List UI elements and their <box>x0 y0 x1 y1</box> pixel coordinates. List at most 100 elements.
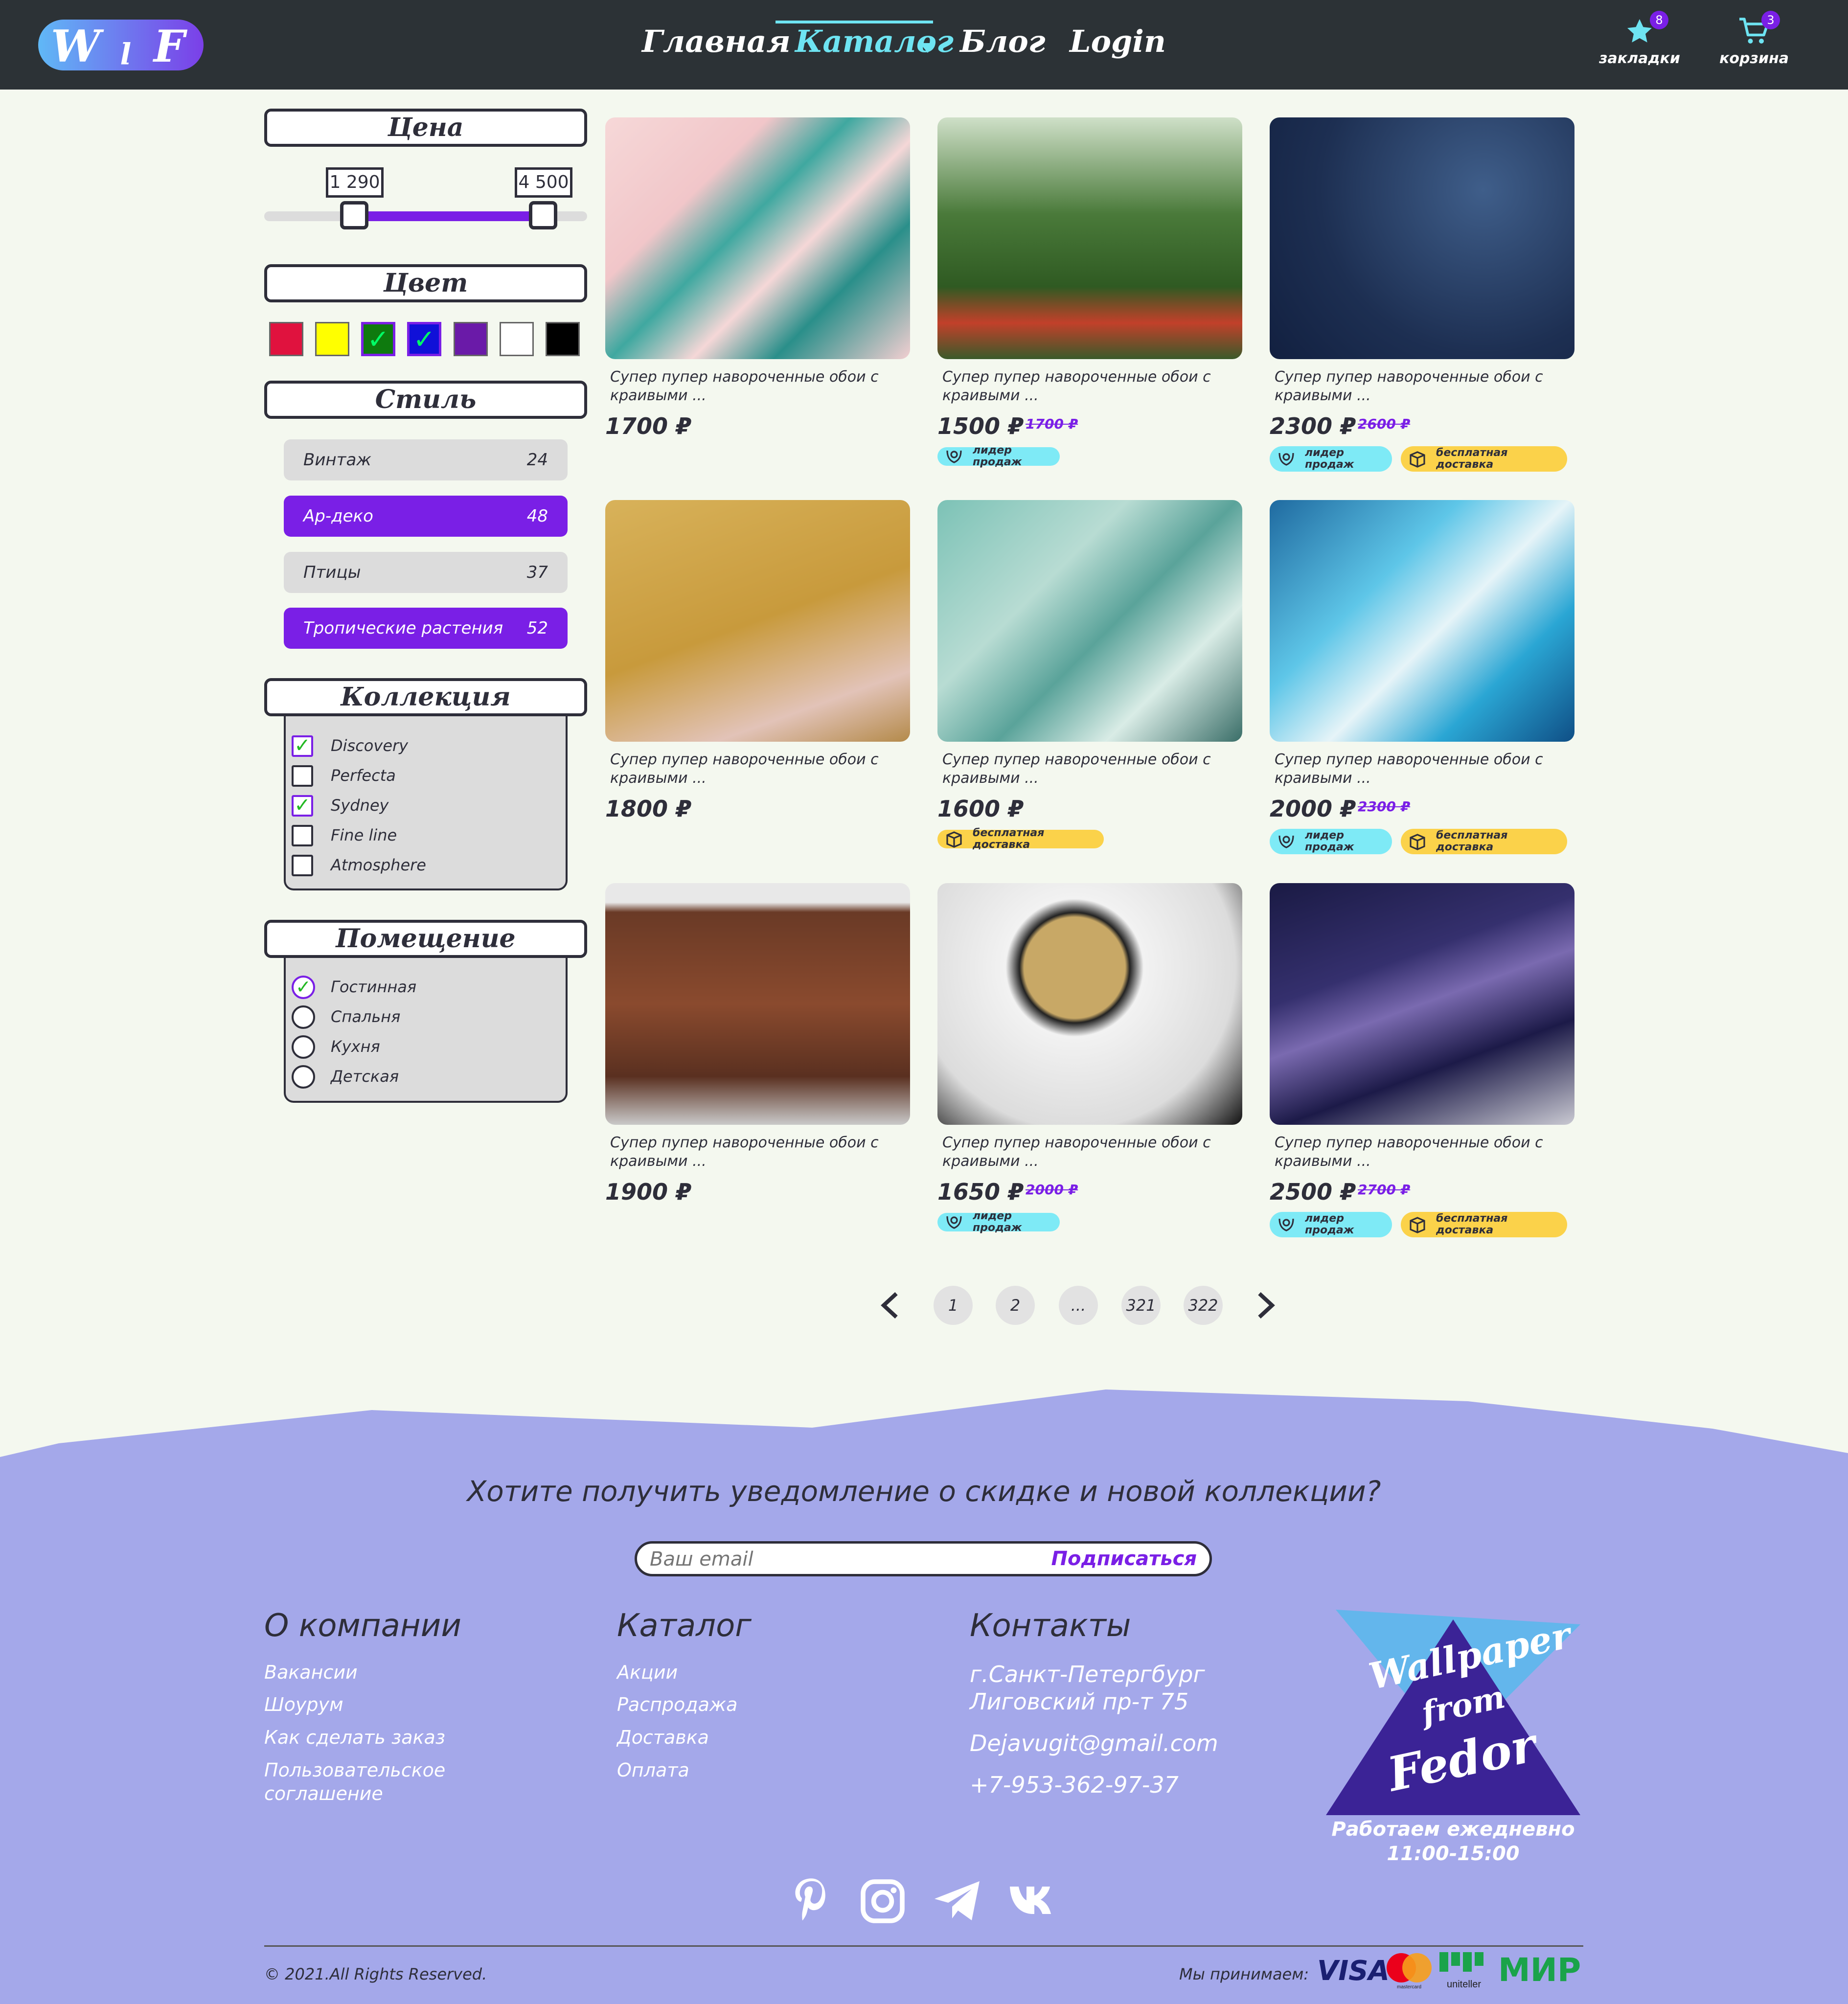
footer-link[interactable]: Вакансии <box>264 1661 358 1684</box>
cart-label: корзина <box>1719 50 1789 67</box>
color-swatch[interactable] <box>454 322 488 356</box>
style-option-label: Ар-деко <box>303 506 373 526</box>
nav-home[interactable]: Главная <box>642 23 791 59</box>
footer-link[interactable]: Оплата <box>617 1758 689 1782</box>
chevron-right-icon[interactable] <box>1255 1291 1277 1320</box>
product-description[interactable]: Супер пупер навороченные обои с краивыми… <box>605 368 910 405</box>
price-max-input[interactable]: 4 500 <box>515 167 572 198</box>
product-image[interactable] <box>605 500 910 742</box>
pinterest-icon[interactable] <box>791 1877 832 1924</box>
color-swatch[interactable]: ✓ <box>407 322 441 356</box>
subscribe-button[interactable]: Подписаться <box>1051 1548 1197 1570</box>
footer-link[interactable]: Шоурум <box>264 1693 343 1716</box>
product-description[interactable]: Супер пупер навороченные обои с краивыми… <box>1270 751 1574 788</box>
product-description[interactable]: Супер пупер навороченные обои с краивыми… <box>1270 1134 1574 1171</box>
tag-label: бесплатная доставка <box>1436 447 1508 471</box>
tag-label: лидер продаж <box>1305 1212 1354 1236</box>
working-hours: Работаем ежедневно 11:00-15:00 <box>1326 1817 1580 1866</box>
room-radio[interactable] <box>292 1005 315 1029</box>
color-swatch[interactable] <box>500 322 534 356</box>
product-image[interactable] <box>1270 500 1574 742</box>
laurel-icon <box>1277 450 1296 468</box>
logo[interactable]: W ꞁ F <box>38 20 204 72</box>
style-option[interactable]: Тропические растения 52 <box>284 608 568 649</box>
product-image[interactable] <box>605 117 910 359</box>
product-description[interactable]: Супер пупер навороченные обои с краивыми… <box>937 368 1242 405</box>
tag-label: лидер продаж <box>973 444 1022 468</box>
color-swatch[interactable] <box>315 322 349 356</box>
chevron-down-icon[interactable] <box>920 43 935 53</box>
style-option[interactable]: Птицы 37 <box>284 552 568 593</box>
collection-label: Fine line <box>331 826 397 844</box>
product-description[interactable]: Супер пупер навороченные обои с краивыми… <box>605 1134 910 1171</box>
laurel-icon <box>1277 833 1296 850</box>
page-number[interactable]: 2 <box>996 1286 1035 1325</box>
style-option[interactable]: Винтаж 24 <box>284 439 568 480</box>
style-option-count: 48 <box>526 506 548 526</box>
collection-checkbox[interactable]: ✓ <box>292 795 313 817</box>
product-image[interactable] <box>937 500 1242 742</box>
collection-checkbox[interactable]: ✓ <box>292 735 313 757</box>
free-delivery-tag: бесплатная доставка <box>1401 1212 1567 1237</box>
color-swatch[interactable] <box>546 322 580 356</box>
price-min-input[interactable]: 1 290 <box>326 167 384 198</box>
copyright: © 2021.All Rights Reserved. <box>264 1965 487 1983</box>
vk-icon[interactable] <box>1008 1885 1059 1916</box>
product-image[interactable] <box>605 883 910 1125</box>
telegram-icon[interactable] <box>933 1879 983 1923</box>
collection-checkbox[interactable] <box>292 765 313 787</box>
style-option[interactable]: Ар-деко 48 <box>284 496 568 537</box>
page-number[interactable]: 321 <box>1121 1286 1161 1325</box>
collection-checkbox[interactable] <box>292 825 313 846</box>
product-description[interactable]: Супер пупер навороченные обои с краивыми… <box>605 751 910 788</box>
nav-catalog[interactable]: Каталог <box>795 23 954 59</box>
bestseller-tag: лидер продаж <box>1270 829 1392 854</box>
price-min-handle[interactable] <box>340 201 368 229</box>
color-swatch[interactable]: ✓ <box>361 322 395 356</box>
room-radio[interactable] <box>292 1035 315 1059</box>
cart-button[interactable]: 3 корзина <box>1712 11 1796 67</box>
footer-link[interactable]: Распродажа <box>617 1693 737 1716</box>
collection-checkbox[interactable] <box>292 855 313 876</box>
footer-link[interactable]: Пользовательское соглашение <box>264 1758 499 1805</box>
mir-logo: МИР <box>1498 1951 1581 1989</box>
free-delivery-tag: бесплатная доставка <box>937 827 1104 851</box>
price-max-handle[interactable] <box>529 201 557 229</box>
nav-login[interactable]: Login <box>1070 23 1166 59</box>
style-option-count: 24 <box>526 450 548 470</box>
product-image[interactable] <box>1270 117 1574 359</box>
page-number[interactable]: ... <box>1059 1286 1098 1325</box>
email-input[interactable] <box>650 1548 1022 1571</box>
tag-label: бесплатная доставка <box>973 827 1045 851</box>
room-radio[interactable] <box>292 1065 315 1089</box>
subscribe-form: Подписаться <box>635 1541 1212 1576</box>
product-image[interactable] <box>937 883 1242 1125</box>
footer-link[interactable]: Доставка <box>617 1726 709 1749</box>
free-delivery-tag: бесплатная доставка <box>1401 829 1567 854</box>
product-description[interactable]: Супер пупер навороченные обои с краивыми… <box>937 751 1242 788</box>
page-number[interactable]: 322 <box>1184 1286 1223 1325</box>
check-icon: ✓ <box>294 794 311 817</box>
product-image[interactable] <box>937 117 1242 359</box>
product-description[interactable]: Супер пупер навороченные обои с краивыми… <box>1270 368 1574 405</box>
bookmarks-button[interactable]: 8 закладки <box>1598 11 1681 67</box>
tag-label: бесплатная доставка <box>1436 829 1508 853</box>
room-radio[interactable]: ✓ <box>292 976 315 999</box>
footer-link[interactable]: Акции <box>617 1661 678 1684</box>
footer-link[interactable]: Как сделать заказ <box>264 1726 445 1749</box>
check-icon: ✓ <box>294 734 311 757</box>
check-icon: ✓ <box>296 976 311 998</box>
bestseller-tag: лидер продаж <box>937 444 1060 468</box>
instagram-icon[interactable] <box>859 1878 906 1925</box>
color-swatch[interactable] <box>269 322 303 356</box>
contact-phone[interactable]: +7-953-362-97-37 <box>970 1771 1179 1799</box>
check-icon: ✓ <box>367 324 389 355</box>
product-description[interactable]: Супер пупер навороченные обои с краивыми… <box>937 1134 1242 1171</box>
product-image[interactable] <box>1270 883 1574 1125</box>
page-number[interactable]: 1 <box>934 1286 973 1325</box>
chevron-left-icon[interactable] <box>879 1291 900 1320</box>
free-delivery-tag: бесплатная доставка <box>1401 446 1567 472</box>
nav-blog[interactable]: Блог <box>960 23 1046 59</box>
laurel-icon <box>1277 1216 1296 1233</box>
contact-email[interactable]: Dejavugit@gmail.com <box>970 1730 1218 1757</box>
